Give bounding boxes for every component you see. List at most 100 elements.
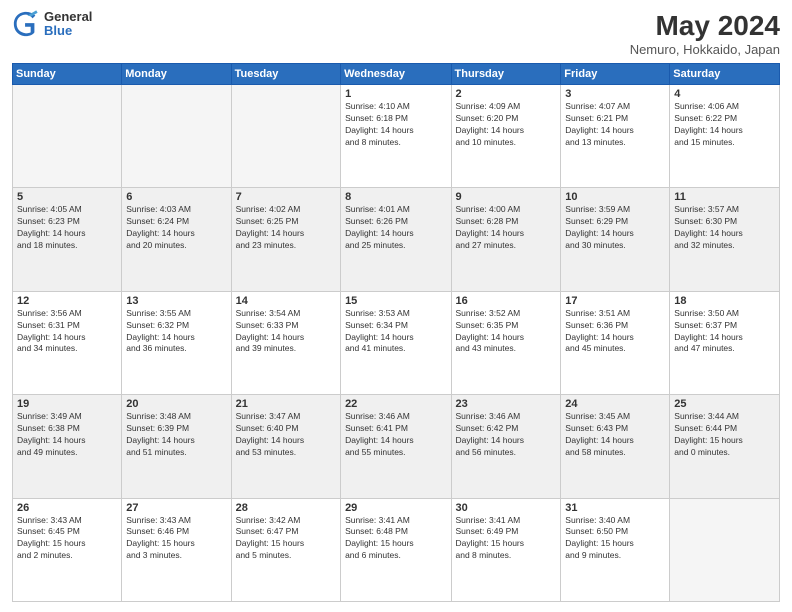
- day-number: 15: [345, 295, 446, 307]
- day-info: Sunrise: 3:40 AM Sunset: 6:50 PM Dayligh…: [565, 515, 665, 563]
- day-number: 3: [565, 88, 665, 100]
- calendar-week-row: 5Sunrise: 4:05 AM Sunset: 6:23 PM Daylig…: [13, 188, 780, 291]
- day-info: Sunrise: 4:03 AM Sunset: 6:24 PM Dayligh…: [126, 204, 226, 252]
- day-number: 9: [456, 191, 557, 203]
- day-number: 20: [126, 398, 226, 410]
- day-info: Sunrise: 3:52 AM Sunset: 6:35 PM Dayligh…: [456, 308, 557, 356]
- day-number: 28: [236, 502, 336, 514]
- calendar-cell: 15Sunrise: 3:53 AM Sunset: 6:34 PM Dayli…: [341, 291, 451, 394]
- header-wednesday: Wednesday: [341, 64, 451, 85]
- day-info: Sunrise: 3:53 AM Sunset: 6:34 PM Dayligh…: [345, 308, 446, 356]
- day-info: Sunrise: 3:44 AM Sunset: 6:44 PM Dayligh…: [674, 411, 775, 459]
- logo-text: General Blue: [44, 10, 92, 39]
- page: General Blue May 2024 Nemuro, Hokkaido, …: [0, 0, 792, 612]
- day-info: Sunrise: 4:02 AM Sunset: 6:25 PM Dayligh…: [236, 204, 336, 252]
- day-info: Sunrise: 4:00 AM Sunset: 6:28 PM Dayligh…: [456, 204, 557, 252]
- day-number: 31: [565, 502, 665, 514]
- header-saturday: Saturday: [670, 64, 780, 85]
- day-info: Sunrise: 3:57 AM Sunset: 6:30 PM Dayligh…: [674, 204, 775, 252]
- calendar-cell: 12Sunrise: 3:56 AM Sunset: 6:31 PM Dayli…: [13, 291, 122, 394]
- day-info: Sunrise: 3:45 AM Sunset: 6:43 PM Dayligh…: [565, 411, 665, 459]
- day-info: Sunrise: 3:59 AM Sunset: 6:29 PM Dayligh…: [565, 204, 665, 252]
- calendar-cell: [231, 85, 340, 188]
- day-info: Sunrise: 3:43 AM Sunset: 6:46 PM Dayligh…: [126, 515, 226, 563]
- day-info: Sunrise: 3:51 AM Sunset: 6:36 PM Dayligh…: [565, 308, 665, 356]
- header: General Blue May 2024 Nemuro, Hokkaido, …: [12, 10, 780, 57]
- day-info: Sunrise: 4:07 AM Sunset: 6:21 PM Dayligh…: [565, 101, 665, 149]
- logo: General Blue: [12, 10, 92, 39]
- calendar-cell: 11Sunrise: 3:57 AM Sunset: 6:30 PM Dayli…: [670, 188, 780, 291]
- calendar-cell: [13, 85, 122, 188]
- day-info: Sunrise: 3:46 AM Sunset: 6:42 PM Dayligh…: [456, 411, 557, 459]
- day-number: 24: [565, 398, 665, 410]
- day-info: Sunrise: 3:42 AM Sunset: 6:47 PM Dayligh…: [236, 515, 336, 563]
- calendar-cell: 26Sunrise: 3:43 AM Sunset: 6:45 PM Dayli…: [13, 498, 122, 601]
- calendar-week-row: 12Sunrise: 3:56 AM Sunset: 6:31 PM Dayli…: [13, 291, 780, 394]
- day-number: 22: [345, 398, 446, 410]
- day-number: 19: [17, 398, 117, 410]
- calendar-cell: 16Sunrise: 3:52 AM Sunset: 6:35 PM Dayli…: [451, 291, 561, 394]
- day-number: 8: [345, 191, 446, 203]
- day-number: 5: [17, 191, 117, 203]
- calendar-cell: 22Sunrise: 3:46 AM Sunset: 6:41 PM Dayli…: [341, 395, 451, 498]
- day-number: 26: [17, 502, 117, 514]
- header-monday: Monday: [122, 64, 231, 85]
- calendar-table: Sunday Monday Tuesday Wednesday Thursday…: [12, 63, 780, 602]
- calendar-body: 1Sunrise: 4:10 AM Sunset: 6:18 PM Daylig…: [13, 85, 780, 602]
- day-number: 7: [236, 191, 336, 203]
- calendar-cell: 14Sunrise: 3:54 AM Sunset: 6:33 PM Dayli…: [231, 291, 340, 394]
- day-info: Sunrise: 3:47 AM Sunset: 6:40 PM Dayligh…: [236, 411, 336, 459]
- calendar-cell: 25Sunrise: 3:44 AM Sunset: 6:44 PM Dayli…: [670, 395, 780, 498]
- day-info: Sunrise: 3:54 AM Sunset: 6:33 PM Dayligh…: [236, 308, 336, 356]
- calendar-cell: 13Sunrise: 3:55 AM Sunset: 6:32 PM Dayli…: [122, 291, 231, 394]
- calendar-cell: 1Sunrise: 4:10 AM Sunset: 6:18 PM Daylig…: [341, 85, 451, 188]
- day-info: Sunrise: 4:05 AM Sunset: 6:23 PM Dayligh…: [17, 204, 117, 252]
- day-number: 14: [236, 295, 336, 307]
- day-info: Sunrise: 4:01 AM Sunset: 6:26 PM Dayligh…: [345, 204, 446, 252]
- calendar-cell: 28Sunrise: 3:42 AM Sunset: 6:47 PM Dayli…: [231, 498, 340, 601]
- day-number: 30: [456, 502, 557, 514]
- calendar-cell: 24Sunrise: 3:45 AM Sunset: 6:43 PM Dayli…: [561, 395, 670, 498]
- calendar-cell: 27Sunrise: 3:43 AM Sunset: 6:46 PM Dayli…: [122, 498, 231, 601]
- day-number: 16: [456, 295, 557, 307]
- calendar-cell: 5Sunrise: 4:05 AM Sunset: 6:23 PM Daylig…: [13, 188, 122, 291]
- day-number: 11: [674, 191, 775, 203]
- title-block: May 2024 Nemuro, Hokkaido, Japan: [630, 10, 780, 57]
- day-number: 23: [456, 398, 557, 410]
- calendar-cell: 17Sunrise: 3:51 AM Sunset: 6:36 PM Dayli…: [561, 291, 670, 394]
- calendar-cell: [670, 498, 780, 601]
- calendar-cell: 3Sunrise: 4:07 AM Sunset: 6:21 PM Daylig…: [561, 85, 670, 188]
- day-number: 17: [565, 295, 665, 307]
- day-info: Sunrise: 3:49 AM Sunset: 6:38 PM Dayligh…: [17, 411, 117, 459]
- day-info: Sunrise: 3:56 AM Sunset: 6:31 PM Dayligh…: [17, 308, 117, 356]
- day-number: 27: [126, 502, 226, 514]
- sub-title: Nemuro, Hokkaido, Japan: [630, 42, 780, 57]
- logo-blue-text: Blue: [44, 24, 92, 38]
- day-info: Sunrise: 4:10 AM Sunset: 6:18 PM Dayligh…: [345, 101, 446, 149]
- calendar-cell: 29Sunrise: 3:41 AM Sunset: 6:48 PM Dayli…: [341, 498, 451, 601]
- day-number: 13: [126, 295, 226, 307]
- weekday-header-row: Sunday Monday Tuesday Wednesday Thursday…: [13, 64, 780, 85]
- calendar-cell: 4Sunrise: 4:06 AM Sunset: 6:22 PM Daylig…: [670, 85, 780, 188]
- calendar-cell: 30Sunrise: 3:41 AM Sunset: 6:49 PM Dayli…: [451, 498, 561, 601]
- calendar-cell: 31Sunrise: 3:40 AM Sunset: 6:50 PM Dayli…: [561, 498, 670, 601]
- calendar-cell: 20Sunrise: 3:48 AM Sunset: 6:39 PM Dayli…: [122, 395, 231, 498]
- day-number: 29: [345, 502, 446, 514]
- day-info: Sunrise: 3:50 AM Sunset: 6:37 PM Dayligh…: [674, 308, 775, 356]
- day-number: 2: [456, 88, 557, 100]
- calendar-cell: 18Sunrise: 3:50 AM Sunset: 6:37 PM Dayli…: [670, 291, 780, 394]
- day-number: 12: [17, 295, 117, 307]
- day-info: Sunrise: 3:48 AM Sunset: 6:39 PM Dayligh…: [126, 411, 226, 459]
- day-number: 6: [126, 191, 226, 203]
- header-tuesday: Tuesday: [231, 64, 340, 85]
- calendar-week-row: 26Sunrise: 3:43 AM Sunset: 6:45 PM Dayli…: [13, 498, 780, 601]
- calendar-cell: 7Sunrise: 4:02 AM Sunset: 6:25 PM Daylig…: [231, 188, 340, 291]
- day-info: Sunrise: 4:06 AM Sunset: 6:22 PM Dayligh…: [674, 101, 775, 149]
- day-number: 21: [236, 398, 336, 410]
- calendar-week-row: 1Sunrise: 4:10 AM Sunset: 6:18 PM Daylig…: [13, 85, 780, 188]
- day-number: 10: [565, 191, 665, 203]
- day-number: 18: [674, 295, 775, 307]
- logo-icon: [12, 10, 40, 38]
- day-info: Sunrise: 3:41 AM Sunset: 6:49 PM Dayligh…: [456, 515, 557, 563]
- calendar-cell: 21Sunrise: 3:47 AM Sunset: 6:40 PM Dayli…: [231, 395, 340, 498]
